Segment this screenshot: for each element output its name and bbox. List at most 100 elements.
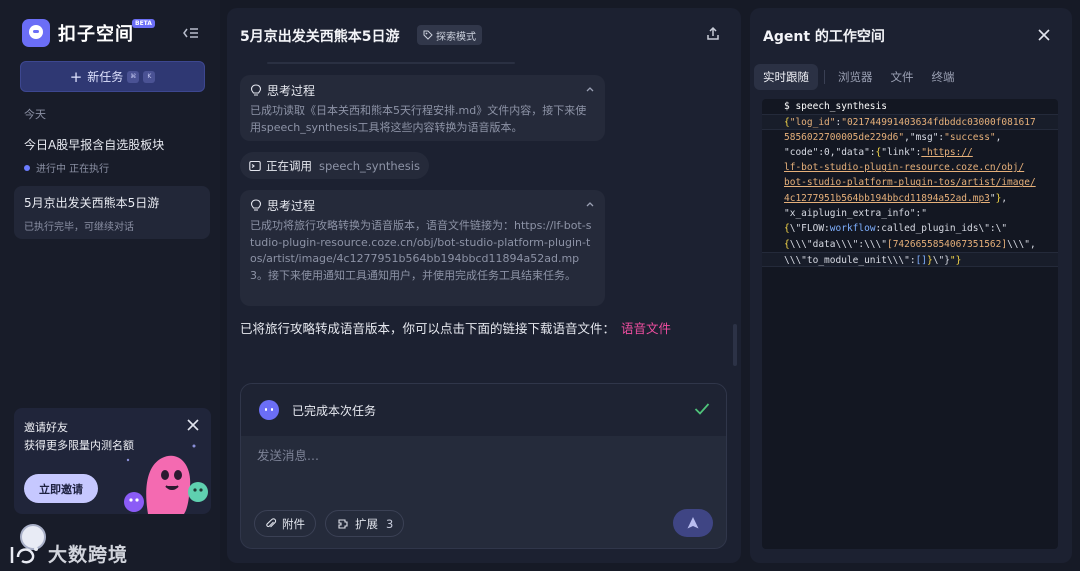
audio-file-link[interactable]: 语音文件 bbox=[621, 321, 671, 336]
chat-panel: 5月京出发关西熊本5日游 探索模式 思考过程 已成功读取《日本关西和熊本5天行程… bbox=[227, 8, 741, 563]
lightbulb-icon bbox=[250, 199, 262, 211]
brand[interactable]: 扣子空间 BETA bbox=[22, 19, 155, 47]
collapse-sidebar-icon[interactable] bbox=[182, 24, 200, 42]
terminal-line: {"log_id":"021744991403634fdbddc03000f08… bbox=[762, 114, 1058, 130]
watermark-logo-icon bbox=[10, 546, 38, 564]
mascot-illustration bbox=[124, 444, 208, 514]
expand-count: 3 bbox=[386, 516, 394, 531]
terminal-line: 5856022700005de229d6","msg":"success", bbox=[762, 130, 1058, 145]
terminal-line: bot-studio-platform-plugin-tos/artist/im… bbox=[762, 175, 1058, 190]
close-icon[interactable] bbox=[1037, 28, 1051, 42]
terminal-token: [7426655854067351562] bbox=[886, 238, 1008, 250]
logo-icon bbox=[22, 19, 50, 47]
terminal-token: "code":0,"data": bbox=[784, 146, 876, 158]
task-item-active[interactable]: 5月京出发关西熊本5日游 已执行完毕，可继续对话 bbox=[14, 186, 210, 239]
task-complete-label: 已完成本次任务 bbox=[292, 403, 377, 418]
terminal-token: \\\"to_module_unit\\\": bbox=[784, 254, 916, 266]
tag-icon bbox=[423, 30, 433, 40]
task-status-text: 进行中 正在执行 bbox=[36, 164, 110, 175]
terminal-line: "code":0,"data":{"link":"https:// bbox=[762, 145, 1058, 160]
terminal-token: \\\"data\\\":\\\" bbox=[789, 238, 887, 250]
task-status: 进行中 正在执行 bbox=[24, 160, 200, 175]
terminal-token: "} bbox=[949, 254, 962, 266]
terminal-token: lf-bot-studio-plugin-resource.coze.cn/ob… bbox=[784, 162, 1025, 174]
task-title: 5月京出发关西熊本5日游 bbox=[24, 196, 160, 210]
bot-icon bbox=[259, 400, 279, 420]
page-title: 5月京出发关西熊本5日游 bbox=[240, 29, 400, 45]
brand-name: 扣子空间 bbox=[58, 24, 134, 45]
terminal-line: lf-bot-studio-plugin-resource.coze.cn/ob… bbox=[762, 160, 1058, 175]
terminal-output[interactable]: $ speech_synthesis {"log_id":"0217449914… bbox=[762, 99, 1058, 549]
answer-text: 已将旅行攻略转成语音版本，你可以点击下面的链接下载语音文件： bbox=[240, 321, 616, 336]
watermark: 大数跨境 bbox=[8, 540, 128, 567]
attach-label: 附件 bbox=[282, 516, 305, 531]
mode-tag: 探索模式 bbox=[417, 25, 482, 45]
terminal-token: [] bbox=[915, 254, 928, 266]
tool-name: speech_synthesis bbox=[319, 158, 420, 173]
terminal-icon bbox=[249, 160, 261, 171]
thinking-label: 思考过程 bbox=[267, 84, 316, 98]
terminal-line: {\\\"data\\\":\\\"[7426655854067351562]\… bbox=[762, 237, 1058, 252]
terminal-content: $ speech_synthesis {"log_id":"0217449914… bbox=[762, 99, 1058, 268]
composer: 已完成本次任务 附件 扩展 3 bbox=[240, 383, 727, 549]
terminal-token: "success" bbox=[944, 131, 996, 143]
assistant-answer: 已将旅行攻略转成语音版本，你可以点击下面的链接下载语音文件： 语音文件 bbox=[240, 318, 671, 337]
terminal-token: "link": bbox=[881, 146, 922, 158]
terminal-token: 4c1277951b564bb194bbcd11894a52ad.mp3 bbox=[784, 192, 990, 204]
invite-title: 邀请好友 bbox=[24, 421, 68, 434]
scrollbar[interactable] bbox=[733, 324, 737, 366]
terminal-token: \"FLOW: bbox=[789, 223, 830, 235]
workspace-title: Agent 的工作空间 bbox=[763, 29, 885, 45]
chevron-up-icon[interactable] bbox=[585, 199, 595, 209]
terminal-line: \\\"to_module_unit\\\":[]}\"}"} bbox=[762, 251, 1058, 268]
message-input[interactable] bbox=[257, 448, 697, 463]
tab-terminal[interactable]: 终端 bbox=[923, 64, 964, 90]
plus-icon: + bbox=[69, 67, 83, 86]
tab-divider bbox=[824, 70, 825, 84]
thinking-text: 已成功读取《日本关西和熊本5天行程安排.md》文件内容，接下来使用speech_… bbox=[250, 104, 587, 134]
invite-card: 邀请好友 获得更多限量内测名额 立即邀请 bbox=[14, 408, 211, 514]
tab-browser[interactable]: 浏览器 bbox=[829, 64, 882, 90]
expand-label: 扩展 bbox=[355, 516, 378, 531]
mode-tag-label: 探索模式 bbox=[436, 31, 476, 43]
terminal-token: :called_plugin_ids\":\" bbox=[875, 223, 1008, 235]
thinking-card: 思考过程 已成功将旅行攻略转换为语音版本，语音文件链接为：https://lf-… bbox=[240, 190, 605, 306]
task-complete-row: 已完成本次任务 bbox=[241, 384, 726, 436]
task-title: 今日A股早报含自选股板块 bbox=[24, 138, 165, 152]
thinking-card: 思考过程 已成功读取《日本关西和熊本5天行程安排.md》文件内容，接下来使用sp… bbox=[240, 75, 605, 141]
terminal-line: {\"FLOW:workflow:called_plugin_ids\":\" bbox=[762, 221, 1058, 236]
thinking-header[interactable]: 思考过程 bbox=[250, 82, 595, 99]
terminal-token: "021744991403634fdbddc03000f081617 bbox=[841, 117, 1036, 129]
extension-icon bbox=[338, 518, 348, 529]
chevron-up-icon[interactable] bbox=[585, 84, 595, 94]
expand-button[interactable]: 扩展 3 bbox=[325, 510, 405, 537]
tab-live-follow[interactable]: 实时跟随 bbox=[754, 64, 818, 90]
terminal-token: \\\", bbox=[1007, 238, 1036, 250]
task-item[interactable]: 今日A股早报含自选股板块 进行中 正在执行 bbox=[14, 128, 210, 181]
terminal-line: 4c1277951b564bb194bbcd11894a52ad.mp3"}, bbox=[762, 191, 1058, 206]
terminal-token: "x_aiplugin_extra_info":" bbox=[784, 208, 927, 220]
running-dot-icon bbox=[24, 164, 30, 171]
terminal-token: "https:// bbox=[921, 146, 973, 158]
divider bbox=[267, 62, 515, 64]
new-task-button[interactable]: + 新任务 ⌘ K bbox=[20, 61, 205, 92]
invite-button[interactable]: 立即邀请 bbox=[24, 474, 98, 503]
terminal-token: "log_id" bbox=[789, 117, 836, 129]
workspace-tabs: 实时跟随 浏览器 文件 终端 bbox=[754, 64, 964, 90]
close-icon[interactable] bbox=[186, 418, 200, 432]
tool-call-pill[interactable]: 正在调用 speech_synthesis bbox=[240, 152, 429, 179]
thinking-header[interactable]: 思考过程 bbox=[250, 197, 595, 214]
terminal-token: bot-studio-platform-plugin-tos/artist/im… bbox=[784, 177, 1036, 189]
attach-button[interactable]: 附件 bbox=[254, 510, 316, 537]
send-button[interactable] bbox=[673, 509, 713, 537]
agent-workspace: Agent 的工作空间 实时跟随 浏览器 文件 终端 $ speech_synt… bbox=[750, 8, 1072, 563]
tab-files[interactable]: 文件 bbox=[882, 64, 923, 90]
check-icon bbox=[694, 403, 710, 415]
share-icon[interactable] bbox=[705, 26, 721, 42]
lightbulb-icon bbox=[250, 84, 262, 96]
beta-badge: BETA bbox=[132, 19, 155, 28]
paperclip-icon bbox=[266, 517, 277, 527]
terminal-line: "x_aiplugin_extra_info":" bbox=[762, 206, 1058, 221]
thinking-label: 思考过程 bbox=[267, 199, 316, 213]
terminal-command: $ speech_synthesis bbox=[784, 101, 887, 112]
